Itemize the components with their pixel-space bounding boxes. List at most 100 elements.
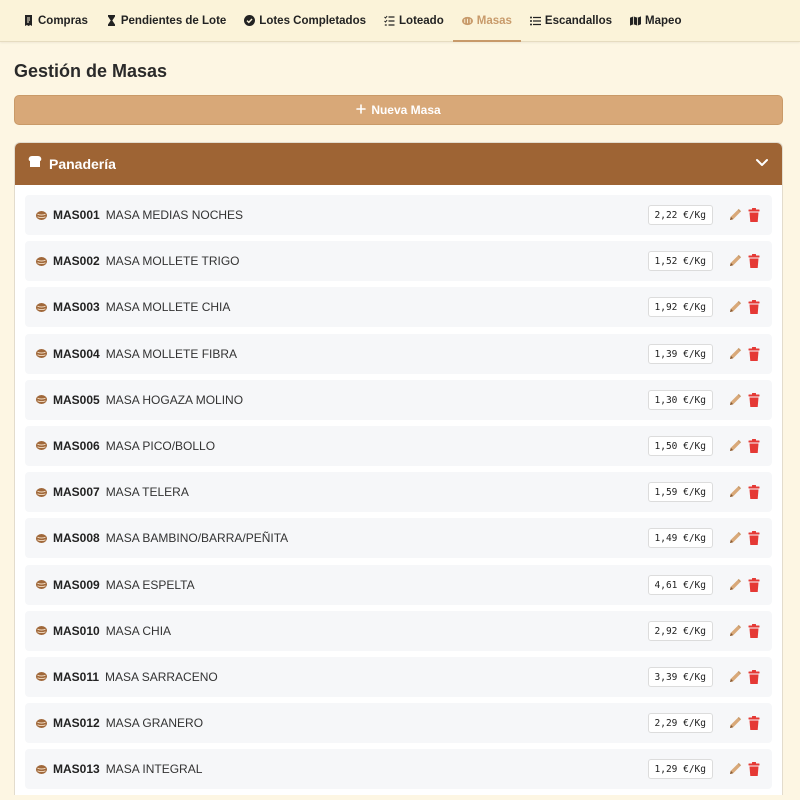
list-item: MAS013 MASA INTEGRAL 1,29 €/Kg	[25, 749, 772, 790]
tab-label: Escandallos	[544, 14, 613, 27]
chevron-down-icon[interactable]	[755, 155, 769, 173]
tab-compras[interactable]: Compras	[14, 0, 97, 41]
price-badge: 3,39 €/Kg	[647, 666, 713, 687]
edit-icon[interactable]	[727, 623, 743, 639]
tab-label: Mapeo	[645, 14, 682, 27]
list-item: MAS002 MASA MOLLETE TRIGO 1,52 €/Kg	[25, 241, 772, 282]
price-badge: 1,50 €/Kg	[647, 435, 713, 456]
new-masa-label: Nueva Masa	[371, 103, 441, 117]
edit-icon[interactable]	[727, 207, 743, 223]
tab-label: Loteado	[399, 14, 444, 27]
tab-pendientes-de-lote[interactable]: Pendientes de Lote	[97, 0, 235, 41]
list-item: MAS009 MASA ESPELTA 4,61 €/Kg	[25, 564, 772, 605]
bread-icon	[36, 395, 47, 405]
receipt-icon	[23, 15, 34, 26]
tab-loteado[interactable]: Loteado	[375, 0, 453, 41]
list-item: MAS006 MASA PICO/BOLLO 1,50 €/Kg	[25, 425, 772, 466]
masa-code: MAS004	[53, 346, 100, 361]
tab-mapeo[interactable]: Mapeo	[621, 0, 690, 41]
edit-icon[interactable]	[727, 530, 743, 546]
edit-icon[interactable]	[727, 346, 743, 362]
list-item: MAS005 MASA HOGAZA MOLINO 1,30 €/Kg	[25, 379, 772, 420]
bread-icon	[36, 672, 47, 682]
price-badge: 4,61 €/Kg	[647, 574, 713, 595]
masa-list: MAS001 MASA MEDIAS NOCHES 2,22 €/Kg MAS002 M…	[15, 185, 782, 790]
bread-icon	[36, 718, 47, 728]
edit-icon[interactable]	[727, 669, 743, 685]
tab-label: Lotes Completados	[259, 14, 367, 27]
bread-loaf-icon	[28, 155, 42, 173]
delete-icon[interactable]	[746, 207, 762, 223]
masa-code: MAS006	[53, 438, 100, 453]
delete-icon[interactable]	[746, 669, 762, 685]
masa-name: MASA GRANERO	[105, 716, 204, 731]
delete-icon[interactable]	[746, 761, 762, 777]
bread-icon	[461, 15, 473, 26]
bread-icon	[36, 580, 47, 589]
masa-name: MASA SARRACENO	[105, 669, 218, 684]
delete-icon[interactable]	[746, 484, 762, 500]
edit-icon[interactable]	[727, 253, 743, 269]
masa-name: MASA MOLLETE FIBRA	[105, 346, 238, 361]
edit-icon[interactable]	[727, 761, 743, 777]
edit-icon[interactable]	[727, 392, 743, 408]
masa-code: MAS007	[53, 485, 100, 500]
list-icon	[529, 15, 541, 26]
price-badge: 1,52 €/Kg	[647, 251, 713, 272]
masa-name: MASA TELERA	[105, 485, 189, 500]
masa-code: MAS008	[53, 531, 100, 546]
price-badge: 2,29 €/Kg	[647, 713, 713, 734]
list-item: MAS012 MASA GRANERO 2,29 €/Kg	[25, 703, 772, 744]
masa-name: MASA CHIA	[105, 623, 172, 638]
delete-icon[interactable]	[746, 299, 762, 315]
bread-icon	[36, 487, 47, 497]
tab-escandallos[interactable]: Escandallos	[521, 0, 621, 41]
masa-name: MASA HOGAZA MOLINO	[105, 392, 244, 407]
price-badge: 1,29 €/Kg	[647, 759, 713, 780]
masa-code: MAS012	[53, 716, 100, 731]
masa-name: MASA INTEGRAL	[105, 762, 203, 777]
price-badge: 1,30 €/Kg	[647, 389, 713, 410]
bread-icon	[36, 626, 47, 636]
tab-label: Masas	[476, 14, 512, 27]
check-circle-icon	[244, 15, 256, 26]
masa-code: MAS011	[53, 669, 100, 684]
new-masa-button[interactable]: Nueva Masa	[14, 95, 783, 125]
edit-icon[interactable]	[727, 299, 743, 315]
list-item: MAS010 MASA CHIA 2,92 €/Kg	[25, 610, 772, 651]
masa-code: MAS002	[53, 254, 100, 269]
masa-name: MASA MOLLETE TRIGO	[105, 254, 240, 269]
edit-icon[interactable]	[727, 715, 743, 731]
top-nav: Compras Pendientes de Lote Lotes Completad…	[0, 0, 800, 42]
price-badge: 1,92 €/Kg	[647, 297, 713, 318]
masa-code: MAS009	[53, 577, 100, 592]
delete-icon[interactable]	[746, 438, 762, 454]
bread-icon	[36, 441, 47, 451]
list-item: MAS007 MASA TELERA 1,59 €/Kg	[25, 472, 772, 513]
delete-icon[interactable]	[746, 577, 762, 593]
delete-icon[interactable]	[746, 253, 762, 269]
tab-masas[interactable]: Masas	[452, 0, 522, 42]
list-item: MAS001 MASA MEDIAS NOCHES 2,22 €/Kg	[25, 195, 772, 235]
masa-code: MAS013	[53, 762, 100, 777]
masa-code: MAS010	[53, 623, 100, 638]
bread-icon	[36, 256, 47, 266]
category-name: Panadería	[49, 156, 116, 172]
category-panel: Panadería MAS001 MASA MEDIAS NOCHES 2,22 €…	[14, 142, 783, 796]
delete-icon[interactable]	[746, 392, 762, 408]
delete-icon[interactable]	[746, 715, 762, 731]
bread-icon	[36, 764, 47, 774]
edit-icon[interactable]	[727, 577, 743, 593]
delete-icon[interactable]	[746, 530, 762, 546]
edit-icon[interactable]	[727, 484, 743, 500]
map-icon	[630, 15, 642, 26]
list-item: MAS004 MASA MOLLETE FIBRA 1,39 €/Kg	[25, 333, 772, 374]
category-header[interactable]: Panadería	[15, 143, 782, 185]
delete-icon[interactable]	[746, 623, 762, 639]
masa-name: MASA PICO/BOLLO	[105, 438, 216, 453]
delete-icon[interactable]	[746, 346, 762, 362]
tab-label: Compras	[38, 14, 88, 27]
edit-icon[interactable]	[727, 438, 743, 454]
masa-name: MASA MOLLETE CHIA	[105, 300, 231, 315]
tab-lotes-completados[interactable]: Lotes Completados	[235, 0, 375, 41]
